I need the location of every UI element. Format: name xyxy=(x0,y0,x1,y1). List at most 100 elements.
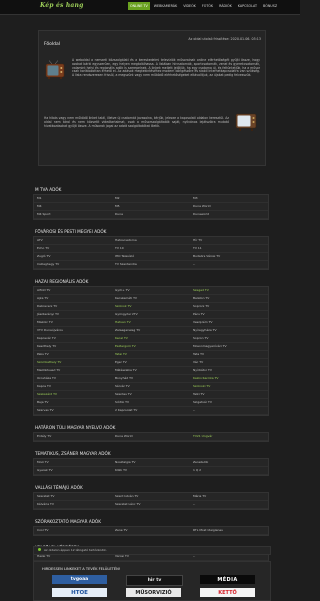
channel-link[interactable]: M4 Sport xyxy=(34,211,112,219)
channel-link[interactable]: Csillaghegy TV xyxy=(34,261,112,269)
channel-link[interactable]: M1 xyxy=(34,195,112,203)
channel-link[interactable]: Szekszárd TV xyxy=(34,391,112,399)
channel-link[interactable]: Nosztalgia TV xyxy=(112,459,190,467)
channel-link[interactable]: Mária TV xyxy=(190,493,268,501)
channel-link[interactable]: ATV xyxy=(34,237,112,245)
channel-link[interactable]: IHO Televízió xyxy=(112,253,190,261)
channel-link[interactable]: RTL Most Ideiglenes xyxy=(190,527,268,535)
channel-link[interactable]: Szeretet TV xyxy=(34,493,112,501)
channel-link[interactable]: M5 xyxy=(112,203,190,211)
channel-link[interactable]: Orosháza TV xyxy=(34,375,112,383)
channel-link[interactable]: Duna World xyxy=(190,203,268,211)
channel-link[interactable]: Tata TV xyxy=(190,351,268,359)
channel-link[interactable]: Hatoscsatorna xyxy=(112,237,190,245)
channel-link[interactable]: Mátészalka TV xyxy=(112,367,190,375)
channel-link[interactable]: Soproni TV xyxy=(190,303,268,311)
channel-link[interactable]: Nyíregyháza TV xyxy=(190,327,268,335)
channel-link[interactable]: TV 11 xyxy=(190,245,268,253)
channel-link[interactable]: Ajka TV xyxy=(34,295,112,303)
channel-link[interactable]: Szent István TV xyxy=(112,493,190,501)
channel-link[interactable]: Duna xyxy=(112,211,190,219)
channel-link[interactable]: TV21 Ungvár xyxy=(190,433,268,441)
channel-link[interactable]: Kaposvár TV xyxy=(34,335,112,343)
channel-link[interactable]: Kecskeméti TV xyxy=(112,295,190,303)
channel-link[interactable]: Baja TV xyxy=(34,399,112,407)
partner-logo[interactable]: MÉDIA xyxy=(200,575,255,584)
channel-link[interactable]: Bonyhád TV xyxy=(112,375,190,383)
channel-link[interactable]: Erdély TV xyxy=(34,433,112,441)
channel-link[interactable]: Alföld TV xyxy=(34,287,112,295)
channel-link[interactable]: Duna World xyxy=(112,433,190,441)
channel-link[interactable]: Mezőkövesd TV xyxy=(34,367,112,375)
channel-link[interactable]: Balaton TV xyxy=(190,295,268,303)
channel-link[interactable]: Kazincbarcika TV xyxy=(190,375,268,383)
channel-link[interactable]: Gyerek TV xyxy=(34,467,112,475)
channel-link[interactable]: TV 10 xyxy=(112,245,190,253)
channel-link[interactable]: Szeged TV xyxy=(190,287,268,295)
channel-link[interactable]: Eger TV xyxy=(112,359,190,367)
channel-link[interactable]: Szolnok TV xyxy=(112,303,190,311)
channel-link[interactable]: Veszprém TV xyxy=(190,319,268,327)
channel-link[interactable]: Miskolc TV xyxy=(34,319,112,327)
channel-link[interactable]: Szeretet Lánc TV xyxy=(112,501,190,509)
channel-link[interactable]: Mosonmagyaróvári TV xyxy=(190,343,268,351)
partner-logo[interactable]: hir tv xyxy=(126,575,183,586)
channel-link[interactable]: TV Szentendre xyxy=(112,261,190,269)
channel-link[interactable]: Szombathely TV xyxy=(34,359,112,367)
nav-bonusz[interactable]: BÓNUSZ xyxy=(261,2,279,10)
channel-link[interactable]: Budaörs Városi TV xyxy=(190,253,268,261)
channel-link[interactable]: Echo TV xyxy=(34,245,112,253)
channel-link[interactable]: Telki TV xyxy=(190,391,268,399)
nav-kapcsolat[interactable]: KAPCSOLAT xyxy=(236,2,259,10)
channel-link[interactable]: Siófok TV xyxy=(112,399,190,407)
channel-link: -- xyxy=(190,407,268,415)
channel-link[interactable]: Zenebutik xyxy=(190,459,268,467)
channel-link[interactable]: Vác TV xyxy=(190,359,268,367)
nav-radiok[interactable]: RÁDIÓK xyxy=(217,2,234,10)
channel-link[interactable]: Sopron TV xyxy=(190,335,268,343)
nav-fotok[interactable]: FOTÓK xyxy=(200,2,215,10)
channel-link[interactable]: Kecel TV xyxy=(112,335,190,343)
channel-link[interactable]: Cool TV xyxy=(34,527,112,535)
site-logo[interactable]: Kép és hang xyxy=(40,2,83,9)
channel-link[interactable]: M2 xyxy=(112,195,190,203)
channel-link[interactable]: Keszthely TV xyxy=(34,343,112,351)
channel-link[interactable]: Pécs TV xyxy=(190,311,268,319)
channel-link[interactable]: M3 xyxy=(190,195,268,203)
channel-link[interactable]: Jászberényi TV xyxy=(34,311,112,319)
channel-link[interactable]: Sárvár TV xyxy=(112,383,190,391)
channel-link[interactable]: Paks TV xyxy=(34,351,112,359)
nav-videok[interactable]: VIDEÓK xyxy=(181,2,198,10)
channel-link[interactable]: Klikk TV xyxy=(112,467,190,475)
channel-link[interactable]: Tatai TV xyxy=(112,351,190,359)
channel-link[interactable]: 1 Q 2 xyxy=(190,467,268,475)
nav-online-tv[interactable]: ONLINE TV xyxy=(128,2,150,10)
channel-link[interactable]: Hír TV xyxy=(190,237,268,245)
channel-link[interactable]: Nyírbátor TV xyxy=(190,367,268,375)
channel-grid: Cool TV Zene TV RTL Most Ideiglenes xyxy=(33,526,269,536)
partner-logo[interactable]: KETTŐ xyxy=(200,588,255,597)
channel-link[interactable]: Debreceni TV xyxy=(34,303,112,311)
channel-link[interactable]: Gyöngyösi VTV xyxy=(112,311,190,319)
nav-webkamerak[interactable]: WEBKAMERÁK xyxy=(152,2,179,10)
channel-link[interactable]: M4 xyxy=(34,203,112,211)
channel-link[interactable]: Dunaworld xyxy=(190,211,268,219)
partner-logo[interactable]: HTOE xyxy=(52,588,107,597)
partner-logo[interactable]: MŰSORVIZIÓ xyxy=(126,588,181,597)
partner-logo[interactable]: tvgoaa xyxy=(52,575,107,584)
channel-link[interactable]: Szigetvár TV xyxy=(190,399,268,407)
channel-link[interactable]: Szolnoki TV xyxy=(190,383,268,391)
channel-link[interactable]: Zene TV xyxy=(112,527,190,535)
channel-link[interactable]: Szentes TV xyxy=(112,391,190,399)
channel-link[interactable]: VTV Dunaújváros xyxy=(34,327,112,335)
channel-link[interactable]: 2 Kapcsolat TV xyxy=(112,407,190,415)
channel-link[interactable]: Zalaegerszeg TV xyxy=(112,327,190,335)
channel-link[interactable]: Kapos TV xyxy=(34,383,112,391)
channel-link[interactable]: Mozi TV xyxy=(34,459,112,467)
channel-link[interactable]: Esztergom TV xyxy=(112,343,190,351)
channel-link[interactable]: Szarvas TV xyxy=(34,407,112,415)
channel-link[interactable]: Zugló TV xyxy=(34,253,112,261)
channel-link[interactable]: Hatvan TV xyxy=(112,319,190,327)
channel-link[interactable]: Kálvária TV xyxy=(34,501,112,509)
channel-link[interactable]: Győr+ TV xyxy=(112,287,190,295)
